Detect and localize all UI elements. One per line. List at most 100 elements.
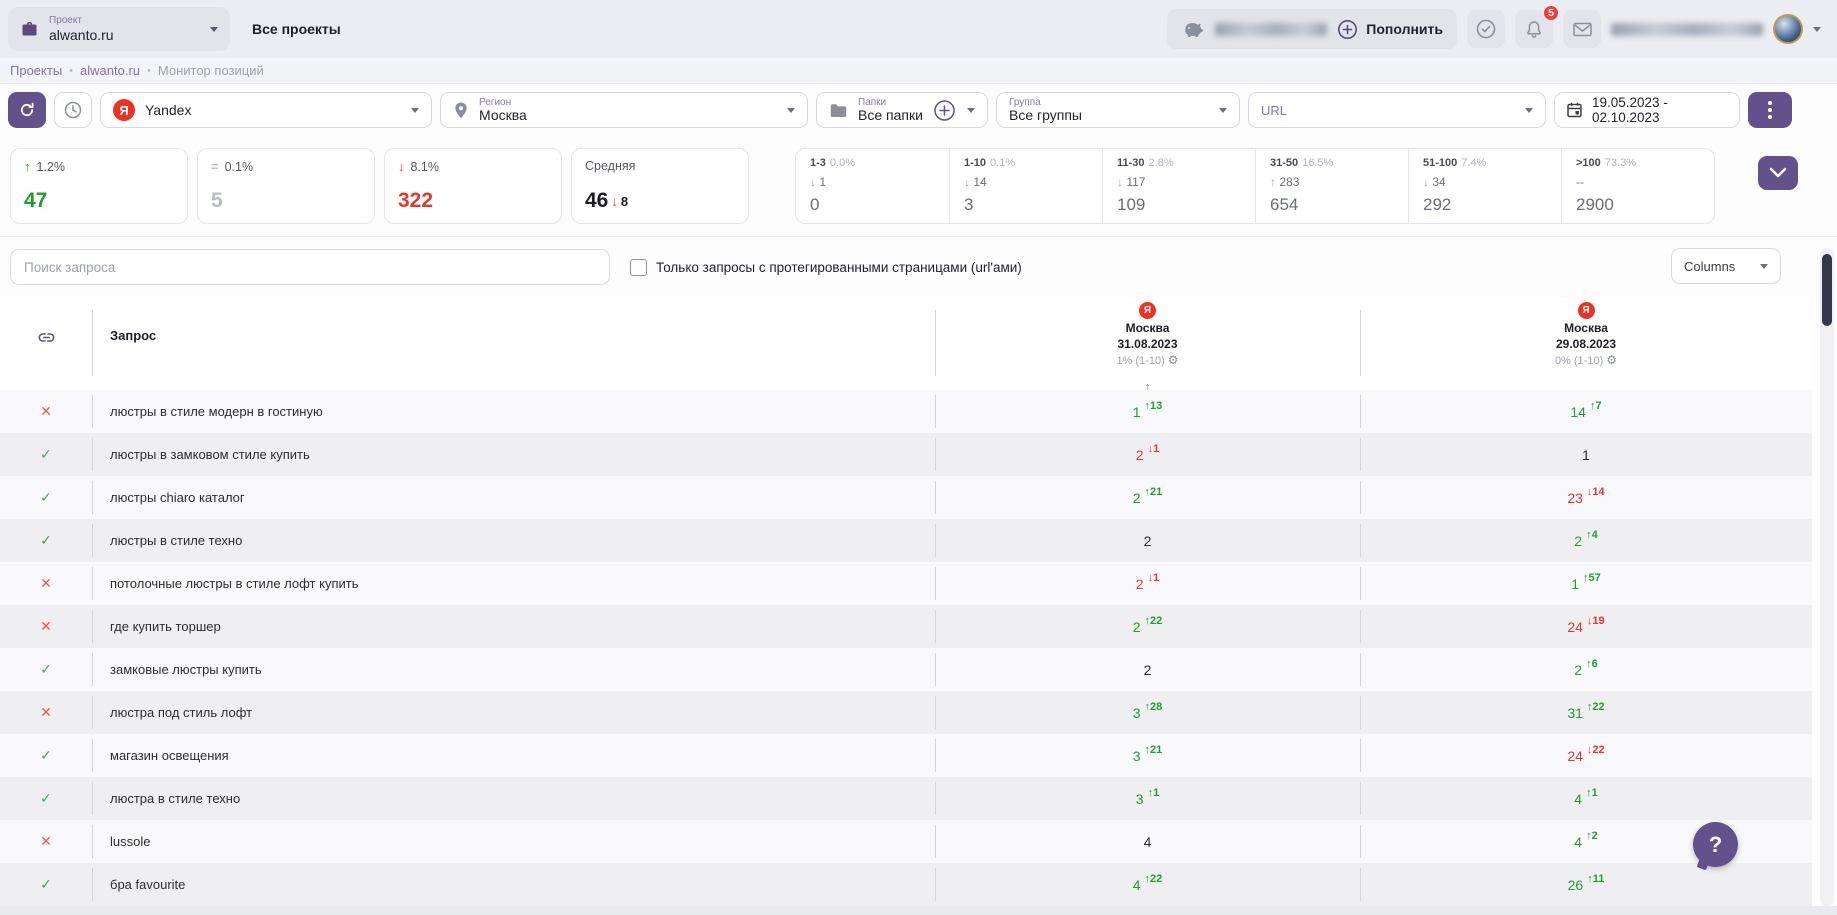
- avatar[interactable]: [1773, 14, 1803, 44]
- help-button[interactable]: ?: [1693, 822, 1738, 867]
- date-column-header-1[interactable]: Я Москва 31.08.2023 1% (1-10) ⚙ ↑: [935, 302, 1360, 394]
- folders-select[interactable]: Папки Все папки: [816, 92, 988, 128]
- position-cell-2: 24 ↓22: [1567, 743, 1605, 764]
- bucket-card[interactable]: 1-10 0.1% ↓ 14 3: [949, 149, 1102, 223]
- scrollbar-thumb[interactable]: [1822, 254, 1832, 326]
- position-delta: ↑21: [1144, 743, 1163, 756]
- account-menu-caret-icon[interactable]: [1813, 26, 1821, 32]
- refresh-button[interactable]: [8, 92, 46, 128]
- bucket-cards: 1-3 0.0% ↓ 1 0 1-10 0.1% ↓ 14 3 11-30 2.8% …: [795, 148, 1715, 224]
- calendar-icon: [1566, 101, 1583, 119]
- query-text[interactable]: где купить торшер: [110, 605, 221, 648]
- table-row[interactable]: ✕ люстры в стиле модерн в гостиную 1 ↑13 …: [0, 390, 1812, 433]
- column-divider: [935, 696, 936, 729]
- position-delta: ↑1: [1586, 786, 1598, 799]
- query-text[interactable]: магазин освещения: [110, 734, 229, 777]
- query-text[interactable]: замковые люстры купить: [110, 648, 262, 691]
- position-delta: ↑22: [1144, 614, 1163, 627]
- query-text[interactable]: люстры в замковом стиле купить: [110, 433, 310, 476]
- query-text[interactable]: люстры в стиле модерн в гостиную: [110, 390, 323, 433]
- search-engine-select[interactable]: Я Yandex: [100, 92, 432, 128]
- columns-label: Columns: [1684, 258, 1736, 274]
- query-status-icon: ✓: [40, 876, 52, 892]
- stat-card-up[interactable]: ↑ 1.2% 47: [10, 148, 188, 224]
- horizontal-scrollbar[interactable]: [0, 906, 1837, 915]
- query-status-icon: ✕: [40, 704, 52, 720]
- group-select[interactable]: Группа Все группы: [996, 92, 1240, 128]
- project-selector[interactable]: Проект alwanto.ru: [8, 7, 230, 51]
- columns-select[interactable]: Columns: [1671, 248, 1781, 284]
- more-actions-button[interactable]: [1748, 92, 1792, 128]
- query-text[interactable]: люстры в стиле техно: [110, 519, 242, 562]
- position-delta: ↑11: [1587, 872, 1605, 885]
- table-row[interactable]: ✓ магазин освещения 3 ↑21 24 ↓22: [0, 734, 1812, 777]
- topup-button[interactable]: Пополнить: [1337, 19, 1443, 40]
- column-divider: [1360, 395, 1361, 428]
- column-divider: [935, 481, 936, 514]
- column-divider: [1360, 868, 1361, 901]
- region-select[interactable]: Регион Москва: [440, 92, 808, 128]
- tasks-check-button[interactable]: [1467, 10, 1505, 48]
- query-status-icon: ✕: [40, 618, 52, 634]
- query-text[interactable]: люстры chiaro каталог: [110, 476, 245, 519]
- notifications-button[interactable]: 5: [1515, 4, 1560, 48]
- table-header: Запрос Я Москва 31.08.2023 1% (1-10) ⚙ ↑…: [0, 298, 1812, 394]
- bucket-range: 1-3: [810, 157, 826, 169]
- table-row[interactable]: ✓ замковые люстры купить 2 2 ↑6: [0, 648, 1812, 691]
- table-row[interactable]: ✓ бра favourite 4 ↑22 26 ↑11: [0, 863, 1812, 906]
- table-row[interactable]: ✕ lussole 4 4 ↑2: [0, 820, 1812, 863]
- bucket-card[interactable]: 31-50 16.5% ↑ 283 654: [1255, 149, 1408, 223]
- table-row[interactable]: ✕ потолочные люстры в стиле лофт купить …: [0, 562, 1812, 605]
- url-select[interactable]: URL: [1248, 92, 1546, 128]
- query-text[interactable]: люстра под стиль лофт: [110, 691, 252, 734]
- delta-arrow-icon: ↓: [1117, 175, 1127, 189]
- table-row[interactable]: ✓ люстра в стиле техно 3 ↑1 4 ↑1: [0, 777, 1812, 820]
- position-delta: ↓22: [1586, 743, 1605, 756]
- query-status-icon: ✕: [40, 575, 52, 591]
- tagged-pages-filter[interactable]: Только запросы с протегированными страни…: [630, 258, 1022, 276]
- bucket-card[interactable]: 11-30 2.8% ↓ 117 109: [1102, 149, 1255, 223]
- bucket-card[interactable]: >100 73.3% -- 2900: [1561, 149, 1714, 223]
- user-email-blurred: [1611, 22, 1763, 36]
- query-text[interactable]: бра favourite: [110, 863, 185, 906]
- bucket-card[interactable]: 51-100 7.4% ↓ 34 292: [1408, 149, 1561, 223]
- search-input[interactable]: [10, 249, 610, 285]
- stat-card-average[interactable]: Средняя 46 ↓ 8: [571, 148, 749, 224]
- gear-icon[interactable]: ⚙: [1606, 353, 1617, 367]
- vertical-scrollbar[interactable]: [1820, 248, 1834, 906]
- breadcrumb-projects[interactable]: Проекты: [10, 63, 62, 78]
- history-button[interactable]: [54, 92, 92, 128]
- table-row[interactable]: ✕ люстра под стиль лофт 3 ↑28 31 ↑22: [0, 691, 1812, 734]
- column-divider: [1360, 438, 1361, 471]
- table-row[interactable]: ✓ люстры в замковом стиле купить 2 ↓1 1: [0, 433, 1812, 476]
- balance-pill: Пополнить: [1167, 9, 1457, 49]
- stat-card-down[interactable]: ↓ 8.1% 322: [384, 148, 562, 224]
- table-row[interactable]: ✓ люстры в стиле техно 2 2 ↑4: [0, 519, 1812, 562]
- bucket-value: 292: [1423, 195, 1452, 214]
- breadcrumb-project[interactable]: alwanto.ru: [80, 63, 140, 78]
- table-row[interactable]: ✓ люстры chiaro каталог 2 ↑21 23 ↓14: [0, 476, 1812, 519]
- bucket-card[interactable]: 1-3 0.0% ↓ 1 0: [796, 149, 949, 223]
- delta-arrow-icon: ↓: [1423, 175, 1433, 189]
- checkbox[interactable]: [630, 258, 647, 276]
- expand-stats-button[interactable]: [1758, 156, 1798, 190]
- query-text[interactable]: потолочные люстры в стиле лофт купить: [110, 562, 359, 605]
- query-column-header[interactable]: Запрос: [110, 328, 156, 343]
- column-meta: 1% (1-10): [1116, 355, 1165, 368]
- stat-up-percent: 1.2%: [36, 159, 66, 174]
- date-column-header-2[interactable]: Я Москва 29.08.2023 0% (1-10) ⚙: [1360, 302, 1812, 369]
- add-folder-button[interactable]: [933, 99, 956, 122]
- table-row[interactable]: ✕ где купить торшер 2 ↑22 24 ↓19: [0, 605, 1812, 648]
- stat-card-same[interactable]: = 0.1% 5: [197, 148, 375, 224]
- stats-row: ↑ 1.2% 47 = 0.1% 5 ↓ 8.1% 322 Средняя 46 ↓ …: [0, 148, 1837, 237]
- position-cell-1: 2 ↑22: [1132, 614, 1163, 635]
- query-text[interactable]: люстра в стиле техно: [110, 777, 240, 820]
- all-projects-link[interactable]: Все проекты: [252, 21, 341, 37]
- date-range-picker[interactable]: 19.05.2023 - 02.10.2023: [1554, 92, 1740, 128]
- gear-icon[interactable]: ⚙: [1168, 353, 1179, 367]
- topup-label: Пополнить: [1366, 21, 1443, 37]
- column-divider: [1360, 567, 1361, 600]
- query-text[interactable]: lussole: [110, 820, 150, 863]
- link-column-header: [0, 298, 92, 376]
- messages-button[interactable]: [1563, 10, 1601, 48]
